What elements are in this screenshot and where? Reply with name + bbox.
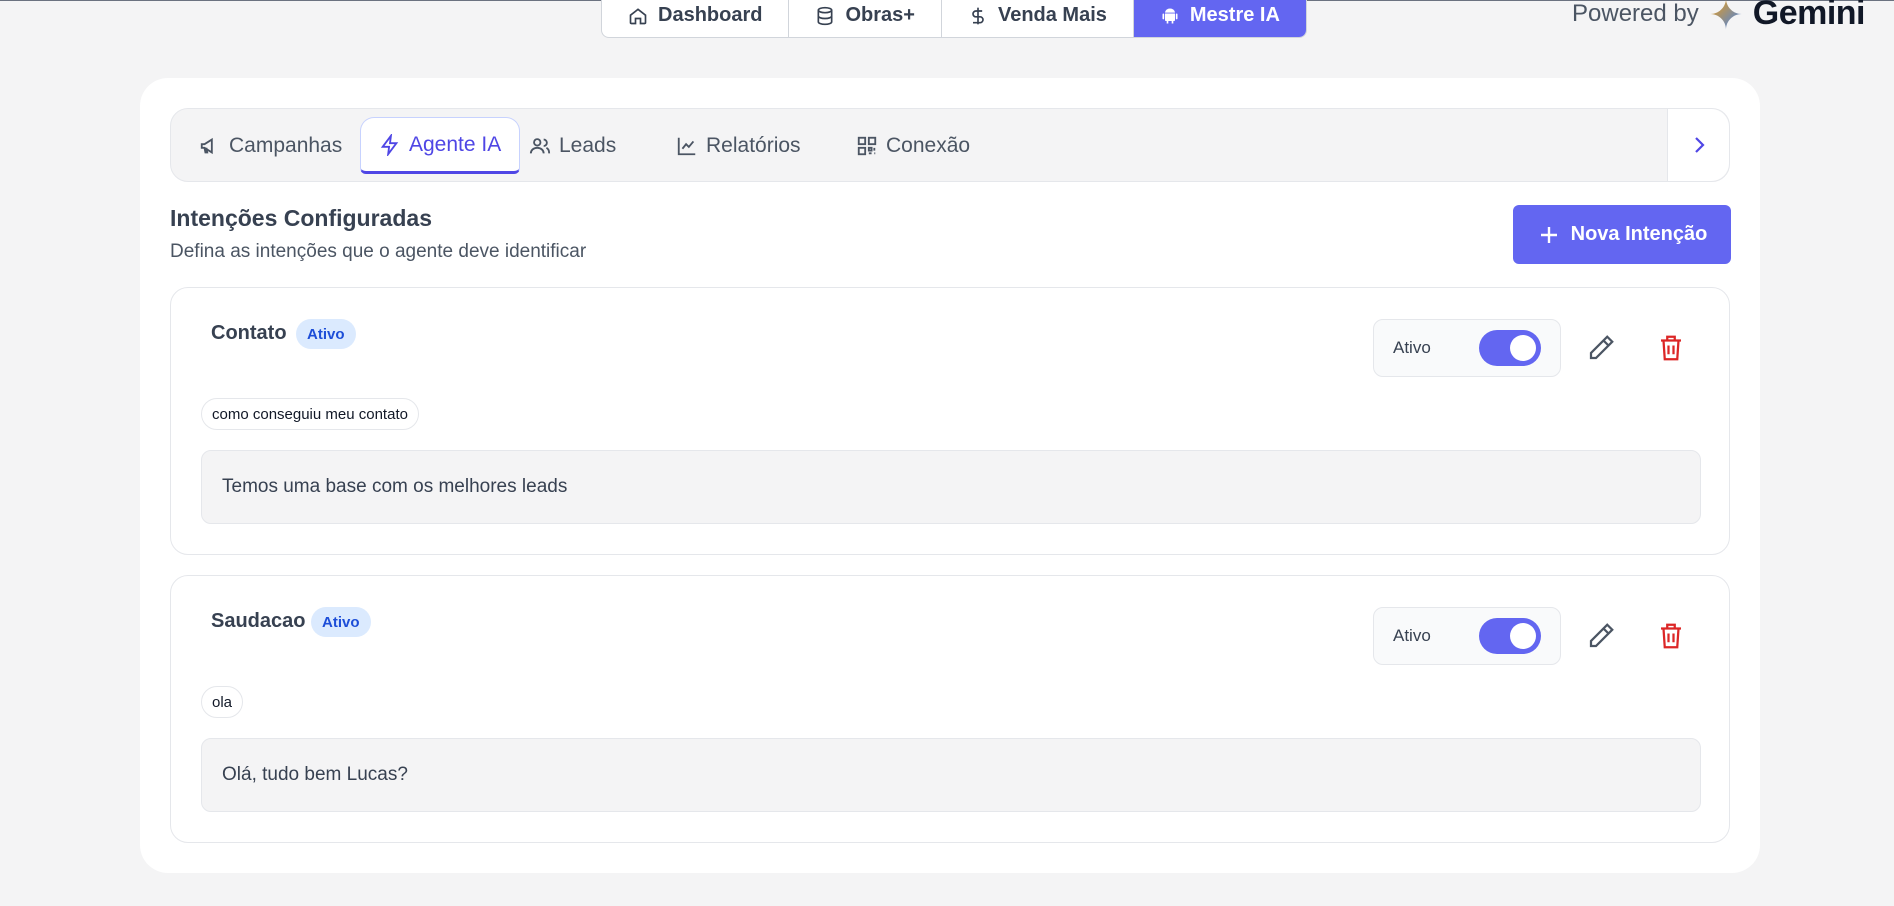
tabs-bar: Campanhas Agente IA Leads Relatórios Con… bbox=[170, 108, 1730, 182]
intent-name: Contato bbox=[211, 322, 287, 344]
tab-conexao-label: Conexão bbox=[886, 133, 971, 157]
active-toggle[interactable] bbox=[1479, 330, 1541, 366]
tab-relatorios[interactable]: Relatórios bbox=[658, 117, 819, 174]
active-toggle[interactable] bbox=[1479, 618, 1541, 654]
megaphone-icon bbox=[200, 137, 213, 154]
chart-line-icon bbox=[677, 137, 696, 155]
response-text: Temos uma base com os melhores leads bbox=[201, 450, 1701, 524]
edit-button[interactable] bbox=[1586, 333, 1616, 363]
nav-mestre-ia-label: Mestre IA bbox=[1189, 4, 1280, 26]
section-subtitle: Defina as intenções que o agente deve id… bbox=[170, 241, 587, 262]
toggle-label: Ativo bbox=[1393, 338, 1431, 357]
tab-agente-ia[interactable]: Agente IA bbox=[360, 117, 521, 174]
toggle-knob bbox=[1510, 623, 1536, 649]
edit-button[interactable] bbox=[1586, 621, 1616, 651]
plus-icon bbox=[1540, 226, 1557, 243]
dollar-icon bbox=[972, 7, 984, 24]
toggle-container: Ativo bbox=[1373, 607, 1561, 665]
tab-agente-ia-label: Agente IA bbox=[409, 132, 502, 156]
toggle-label: Ativo bbox=[1393, 626, 1431, 645]
chevron-right-icon bbox=[1694, 137, 1705, 153]
database-icon bbox=[817, 6, 833, 25]
top-nav: Dashboard Obras+ Venda Mais Mestre IA bbox=[601, 0, 1307, 38]
android-icon bbox=[1162, 8, 1178, 23]
nav-obras-button[interactable]: Obras+ bbox=[789, 0, 942, 37]
intent-card: Saudacao Ativo Ativo ola Olá, tudo bem L… bbox=[170, 575, 1730, 843]
trash-icon bbox=[1661, 623, 1681, 649]
delete-button[interactable] bbox=[1656, 333, 1686, 363]
pencil-icon bbox=[1589, 623, 1614, 648]
trash-icon bbox=[1661, 335, 1681, 361]
status-badge: Ativo bbox=[311, 607, 371, 637]
nav-dashboard-label: Dashboard bbox=[658, 4, 763, 26]
new-intent-button[interactable]: Nova Intenção bbox=[1513, 205, 1731, 264]
powered-by-prefix: Powered by bbox=[1572, 0, 1699, 27]
status-badge: Ativo bbox=[296, 319, 356, 349]
qr-code-icon bbox=[857, 136, 877, 155]
intent-card: Contato Ativo Ativo como conseguiu meu c… bbox=[170, 287, 1730, 555]
new-intent-label: Nova Intenção bbox=[1570, 223, 1708, 245]
keyword-chip: ola bbox=[201, 686, 244, 718]
nav-obras-label: Obras+ bbox=[845, 4, 915, 26]
section-title: Intenções Configuradas bbox=[170, 205, 432, 231]
pencil-icon bbox=[1589, 335, 1614, 360]
tab-leads[interactable]: Leads bbox=[511, 117, 634, 174]
nav-mestre-ia-button[interactable]: Mestre IA bbox=[1133, 0, 1306, 37]
tab-relatorios-label: Relatórios bbox=[706, 133, 801, 157]
home-icon bbox=[629, 7, 647, 24]
intent-name: Saudacao bbox=[211, 610, 306, 632]
keyword-chip: como conseguiu meu contato bbox=[201, 398, 419, 430]
toggle-container: Ativo bbox=[1373, 319, 1561, 377]
tab-leads-label: Leads bbox=[559, 133, 617, 157]
response-text: Olá, tudo bem Lucas? bbox=[201, 738, 1701, 812]
delete-button[interactable] bbox=[1656, 621, 1686, 651]
nav-dashboard-button[interactable]: Dashboard bbox=[602, 0, 790, 37]
main-card: Campanhas Agente IA Leads Relatórios Con… bbox=[140, 78, 1760, 873]
users-icon bbox=[529, 137, 551, 153]
powered-by: Powered by Gemini bbox=[1572, 0, 1866, 33]
tabs-next-button[interactable] bbox=[1667, 109, 1729, 181]
toggle-knob bbox=[1510, 335, 1536, 361]
tab-campanhas[interactable]: Campanhas bbox=[181, 117, 360, 174]
powered-by-brand: Gemini bbox=[1752, 0, 1866, 32]
lightning-icon bbox=[380, 133, 399, 156]
tab-conexao[interactable]: Conexão bbox=[838, 117, 988, 174]
nav-venda-mais-label: Venda Mais bbox=[997, 4, 1107, 26]
tab-campanhas-label: Campanhas bbox=[229, 133, 343, 157]
nav-venda-mais-button[interactable]: Venda Mais bbox=[942, 0, 1134, 37]
gemini-star-icon bbox=[1710, 0, 1742, 30]
